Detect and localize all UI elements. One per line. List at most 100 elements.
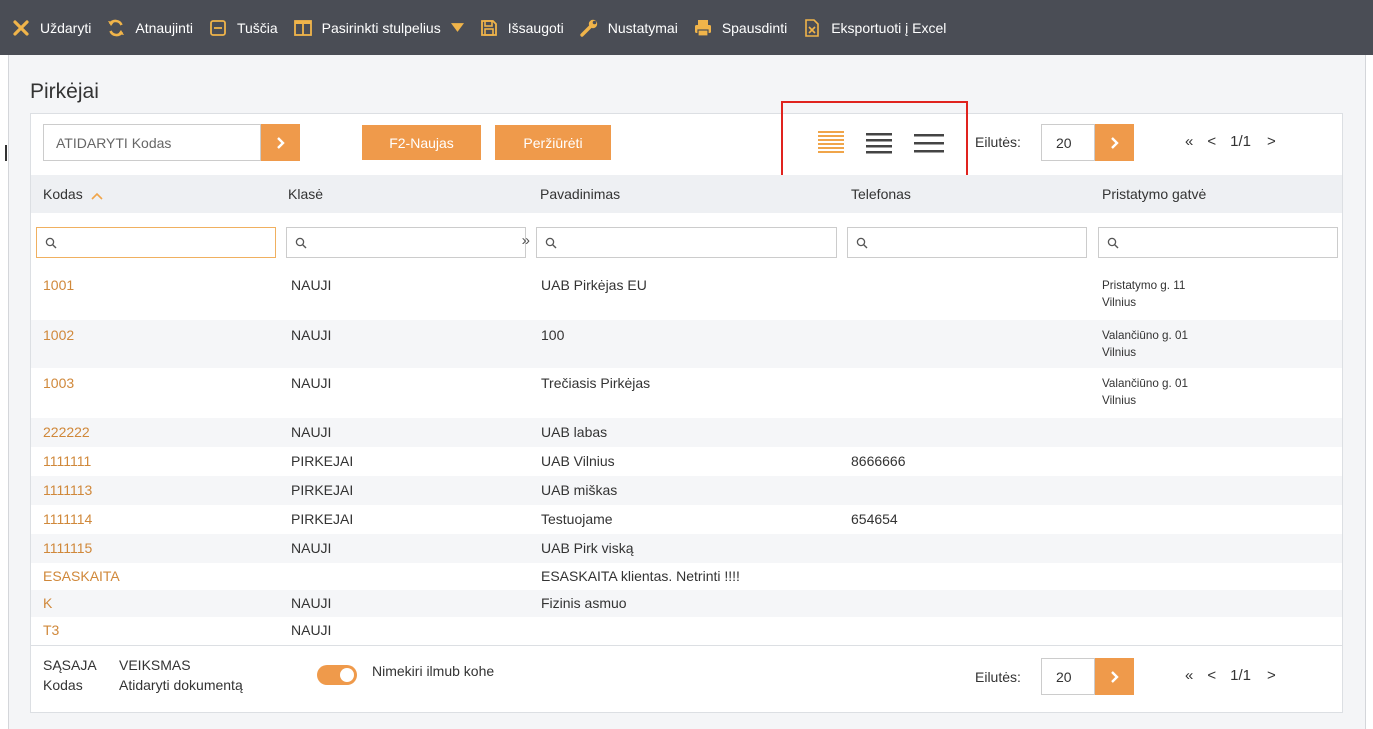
close-button[interactable]: Uždaryti xyxy=(10,17,91,39)
toolbar: Uždaryti Atnaujinti Tuščia Pasirinkti st… xyxy=(0,0,1373,55)
search-icon xyxy=(295,237,307,248)
columns-button[interactable]: Pasirinkti stulpelius xyxy=(292,17,464,39)
table-row[interactable]: 1111115 NAUJI UAB Pirk viską xyxy=(31,534,1342,563)
save-icon xyxy=(478,17,500,39)
header-kodas[interactable]: Kodas xyxy=(43,186,103,203)
cell-phone: 8666666 xyxy=(851,453,906,469)
caret-down-icon xyxy=(450,23,464,32)
page-info: 1/1 xyxy=(1230,133,1251,150)
cell-code[interactable]: 222222 xyxy=(43,424,90,441)
density-wide-icon[interactable] xyxy=(914,129,944,155)
cell-name: Trečiasis Pirkėjas xyxy=(541,375,651,391)
density-compact-icon[interactable] xyxy=(818,129,844,155)
cell-class: NAUJI xyxy=(291,622,332,638)
footer-action-label: VEIKSMAS xyxy=(119,657,191,673)
columns-icon xyxy=(292,17,314,39)
density-normal-icon[interactable] xyxy=(866,129,892,155)
cell-name: UAB Vilnius xyxy=(541,453,615,469)
cell-street: Valančiūno g. 01 Vilnius xyxy=(1102,329,1188,359)
print-button[interactable]: Spausdinti xyxy=(692,17,787,39)
cell-class: NAUJI xyxy=(291,595,332,611)
table-row[interactable]: 1111114 PIRKEJAI Testuojame 654654 xyxy=(31,505,1342,534)
table-row[interactable]: ESASKAITA ESASKAITA klientas. Netrinti !… xyxy=(31,563,1342,590)
prev-page-button[interactable]: < xyxy=(1207,133,1216,150)
first-page-button[interactable]: « xyxy=(1185,133,1193,150)
next-page-button[interactable]: > xyxy=(1267,133,1276,150)
prev-page-button[interactable]: < xyxy=(1207,667,1216,684)
rows-per-page-input[interactable]: 20 xyxy=(1041,124,1095,161)
table-row[interactable]: 222222 NAUJI UAB labas xyxy=(31,418,1342,447)
cell-name: UAB miškas xyxy=(541,482,618,498)
cell-code[interactable]: 1111115 xyxy=(43,540,92,557)
print-label: Spausdinti xyxy=(721,19,788,36)
footer-rows-input[interactable]: 20 xyxy=(1041,658,1095,695)
cell-name: Testuojame xyxy=(541,511,613,527)
wrench-icon xyxy=(578,17,600,39)
cell-code[interactable]: 1001 xyxy=(43,277,74,294)
refresh-icon xyxy=(105,17,127,39)
cell-code[interactable]: T3 xyxy=(43,622,59,639)
filter-klase-input[interactable]: » xyxy=(286,227,530,258)
rows-go-button[interactable] xyxy=(1095,124,1134,161)
filter-telefonas-input[interactable] xyxy=(847,227,1087,258)
filter-kodas-input[interactable] xyxy=(36,227,276,258)
cell-code[interactable]: 1111111 xyxy=(43,453,91,470)
search-icon xyxy=(1107,237,1119,248)
cell-code[interactable]: 1111113 xyxy=(43,482,92,499)
table-row[interactable]: K NAUJI Fizinis asmuo xyxy=(31,590,1342,617)
cell-code[interactable]: 1003 xyxy=(43,375,74,392)
cell-name: UAB labas xyxy=(541,424,608,440)
search-icon xyxy=(45,237,57,248)
header-pavadinimas[interactable]: Pavadinimas xyxy=(540,186,620,202)
table-row[interactable]: 1111113 PIRKEJAI UAB miškas xyxy=(31,476,1342,505)
cell-code[interactable]: 1111114 xyxy=(43,511,92,528)
left-edge xyxy=(0,55,8,729)
table-row[interactable]: 1002 NAUJI 100 Valančiūno g. 01 Vilnius xyxy=(31,320,1342,368)
cell-code[interactable]: 1002 xyxy=(43,327,74,344)
table-row[interactable]: 1001 NAUJI UAB Pirkėjas EU Pristatymo g.… xyxy=(31,272,1342,320)
empty-label: Tuščia xyxy=(236,19,278,36)
page-info: 1/1 xyxy=(1230,667,1251,684)
header-kodas-label: Kodas xyxy=(43,186,83,202)
open-code-input[interactable]: ATIDARYTI Kodas xyxy=(43,124,261,161)
table-row[interactable]: 1111111 PIRKEJAI UAB Vilnius 8666666 xyxy=(31,447,1342,476)
settings-button[interactable]: Nustatymai xyxy=(578,17,678,39)
instant-list-toggle[interactable] xyxy=(317,665,357,685)
footer-rows-go-button[interactable] xyxy=(1095,658,1134,695)
view-button[interactable]: Peržiūrėti xyxy=(495,125,611,160)
cell-name: UAB Pirkėjas EU xyxy=(541,277,647,293)
header-telefonas[interactable]: Telefonas xyxy=(851,186,911,202)
search-icon xyxy=(856,237,868,248)
empty-button[interactable]: Tuščia xyxy=(207,17,278,39)
cell-code[interactable]: K xyxy=(43,595,52,612)
save-button[interactable]: Išsaugoti xyxy=(478,17,564,39)
cell-street: Valančiūno g. 01 Vilnius xyxy=(1102,377,1188,407)
print-icon xyxy=(692,17,714,39)
open-go-button[interactable] xyxy=(261,124,300,161)
new-button[interactable]: F2-Naujas xyxy=(362,125,481,160)
cell-street: Pristatymo g. 11 Vilnius xyxy=(1102,279,1186,309)
cell-name: UAB Pirk viską xyxy=(541,540,634,556)
header-pristatymo-gatve[interactable]: Pristatymo gatvė xyxy=(1102,186,1206,202)
cell-class: NAUJI xyxy=(291,540,332,556)
filter-pavadinimas-input[interactable] xyxy=(536,227,837,258)
cell-class: NAUJI xyxy=(291,424,332,440)
table-row[interactable]: T3 NAUJI xyxy=(31,617,1342,645)
refresh-button[interactable]: Atnaujinti xyxy=(105,17,193,39)
export-excel-button[interactable]: Eksportuoti į Excel xyxy=(801,17,946,39)
first-page-button[interactable]: « xyxy=(1185,667,1193,684)
scroll-right-button[interactable]: » xyxy=(522,232,530,249)
sort-asc-icon xyxy=(91,187,103,203)
footer-interface-value: Kodas xyxy=(43,677,83,693)
table-row[interactable]: 1003 NAUJI Trečiasis Pirkėjas Valančiūno… xyxy=(31,368,1342,418)
close-label: Uždaryti xyxy=(40,19,92,36)
next-page-button[interactable]: > xyxy=(1267,667,1276,684)
footer-action-value: Atidaryti dokumentą xyxy=(119,677,243,693)
filter-pristatymo-gatve-input[interactable] xyxy=(1098,227,1338,258)
cell-code[interactable]: ESASKAITA xyxy=(43,568,120,585)
footer-divider xyxy=(31,645,1342,646)
chevron-right-icon xyxy=(276,136,285,149)
header-klase[interactable]: Klasė xyxy=(288,186,323,202)
refresh-label: Atnaujinti xyxy=(135,19,193,36)
cell-class: PIRKEJAI xyxy=(291,482,354,498)
